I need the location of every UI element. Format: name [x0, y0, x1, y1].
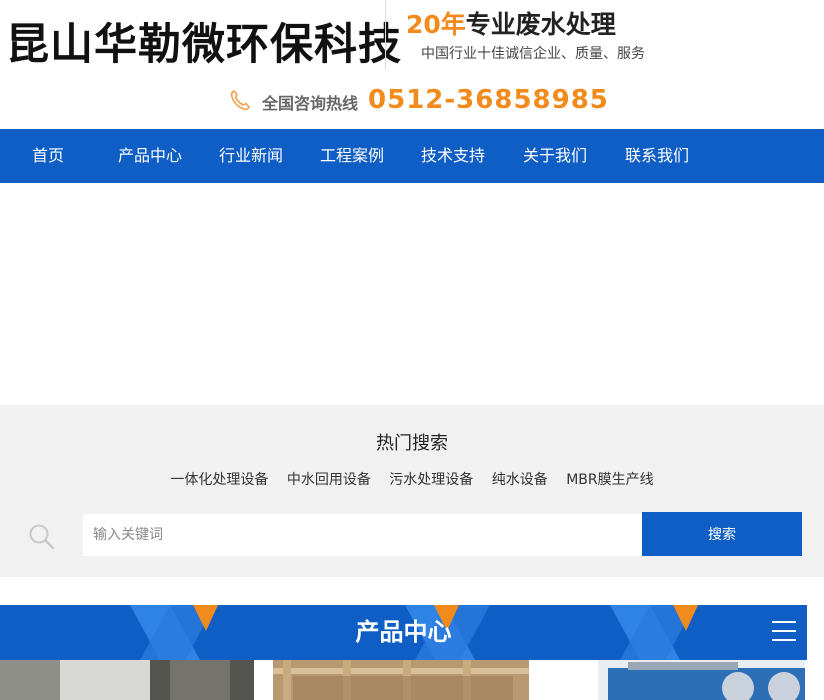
- hotline-number[interactable]: 0512-36858985: [368, 85, 609, 115]
- search-button[interactable]: 搜索: [642, 512, 802, 556]
- search-icon: [29, 524, 55, 550]
- nav-item-about[interactable]: 关于我们: [523, 129, 587, 183]
- nav-item-support[interactable]: 技术支持: [421, 129, 485, 183]
- hot-link[interactable]: 一体化处理设备: [170, 472, 268, 488]
- product-thumbnails: [0, 660, 824, 700]
- hotline: 全国咨询热线 0512-36858985: [228, 82, 609, 118]
- menu-icon[interactable]: [772, 621, 796, 643]
- nav-item-products[interactable]: 产品中心: [118, 129, 182, 183]
- hot-link[interactable]: 纯水设备: [492, 472, 548, 488]
- product-thumbnail[interactable]: [548, 660, 805, 700]
- hot-search-section: 热门搜索 一体化处理设备 中水回用设备 污水处理设备 纯水设备 MBR膜生产线 …: [0, 405, 824, 577]
- banner-area: [0, 183, 824, 405]
- hot-link[interactable]: 中水回用设备: [287, 472, 371, 488]
- page: 昆山华勒微环保科技 20年专业废水处理 中国行业十佳诚信企业、质量、服务 全国咨…: [0, 0, 824, 700]
- nav-item-news[interactable]: 行业新闻: [219, 129, 283, 183]
- slogan-accent: 20年: [406, 10, 466, 39]
- hot-search-title: 热门搜索: [376, 433, 448, 454]
- slogan: 20年专业废水处理: [406, 5, 616, 41]
- product-thumbnail[interactable]: [273, 660, 529, 700]
- nav-item-home[interactable]: 首页: [32, 129, 64, 183]
- site-header: 昆山华勒微环保科技 20年专业废水处理 中国行业十佳诚信企业、质量、服务 全国咨…: [0, 0, 824, 129]
- nav-item-contact[interactable]: 联系我们: [625, 129, 689, 183]
- site-logo[interactable]: 昆山华勒微环保科技: [6, 10, 402, 72]
- phone-icon: [230, 90, 250, 111]
- product-center-header: 产品中心: [0, 605, 807, 660]
- nav-item-cases[interactable]: 工程案例: [320, 129, 384, 183]
- main-nav: 首页 产品中心 行业新闻 工程案例 技术支持 关于我们 联系我们: [0, 129, 824, 183]
- hot-link[interactable]: 污水处理设备: [389, 472, 473, 488]
- product-center-title: 产品中心: [355, 618, 452, 646]
- slogan-rest: 专业废水处理: [465, 10, 616, 39]
- hot-link[interactable]: MBR膜生产线: [566, 472, 653, 488]
- hotline-label: 全国咨询热线: [262, 94, 359, 113]
- slogan-subtitle: 中国行业十佳诚信企业、质量、服务: [421, 46, 645, 62]
- header-divider: [385, 0, 386, 70]
- hot-search-links: 一体化处理设备 中水回用设备 污水处理设备 纯水设备 MBR膜生产线: [0, 469, 824, 489]
- product-thumbnail[interactable]: [0, 660, 254, 700]
- search-input[interactable]: [83, 514, 642, 556]
